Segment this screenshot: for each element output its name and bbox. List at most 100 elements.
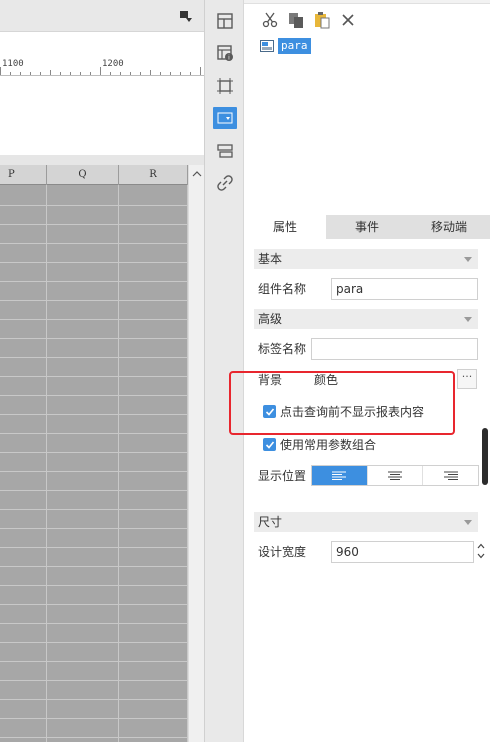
grid-row-line	[0, 357, 188, 358]
column-header-r[interactable]: R	[119, 165, 188, 185]
section-basic-title: 基本	[258, 252, 283, 266]
background-more-button[interactable]: ···	[457, 369, 477, 389]
align-left-icon	[332, 471, 347, 480]
sheet-vertical-scrollbar[interactable]	[188, 165, 204, 742]
grid-row-line	[0, 680, 188, 681]
cut-button[interactable]	[260, 10, 280, 30]
parameter-panel-icon	[260, 40, 274, 52]
section-size[interactable]: 尺寸	[254, 512, 478, 532]
grid-row-line	[0, 281, 188, 282]
grid-row-line	[0, 376, 188, 377]
property-tabs: 属性 事件 移动端	[244, 215, 490, 239]
widget-tree-item[interactable]: para	[260, 38, 311, 54]
designer-area: 1100 1200 P Q R	[0, 0, 204, 742]
copy-button[interactable]	[286, 10, 306, 30]
use-common-params-label: 使用常用参数组合	[280, 438, 377, 452]
tab-widget-icon	[217, 144, 233, 158]
report-block-button[interactable]: i	[213, 42, 237, 64]
checkmark-icon	[265, 440, 274, 449]
widget-edit-toolbar	[260, 10, 358, 30]
report-sheet[interactable]: P Q R	[0, 165, 204, 742]
dropdown-menu-icon[interactable]	[180, 10, 192, 22]
grid-row-line	[0, 547, 188, 548]
grid-row-line	[0, 243, 188, 244]
ruler-label: 1200	[102, 59, 124, 69]
chevron-up-icon[interactable]	[477, 543, 485, 549]
design-width-input[interactable]: 960	[331, 541, 474, 563]
horizontal-ruler: 1100 1200	[0, 58, 204, 76]
grid-row-line	[0, 300, 188, 301]
section-basic[interactable]: 基本	[254, 249, 478, 269]
grid-row-line	[0, 414, 188, 415]
display-position-selector	[311, 465, 479, 486]
dropdown-widget-icon	[217, 112, 233, 124]
grid-row-line	[0, 338, 188, 339]
grid-row-line	[0, 585, 188, 586]
grid-row-line	[0, 471, 188, 472]
link-icon	[217, 175, 233, 191]
use-common-params-checkbox[interactable]	[263, 438, 276, 451]
grid-row-line	[0, 528, 188, 529]
tag-name-label: 标签名称	[258, 342, 307, 356]
design-width-label: 设计宽度	[258, 545, 307, 559]
grid-row-line	[0, 737, 188, 738]
parameter-canvas[interactable]	[0, 77, 204, 155]
align-center-button[interactable]	[368, 466, 424, 485]
tab-attributes[interactable]: 属性	[244, 215, 326, 239]
grid-row-line	[0, 642, 188, 643]
grid-row-line	[0, 718, 188, 719]
section-size-title: 尺寸	[258, 515, 283, 529]
absolute-canvas-icon	[217, 78, 233, 94]
grid-row-line	[0, 604, 188, 605]
scissors-icon	[262, 12, 278, 28]
align-center-icon	[388, 471, 402, 480]
design-width-stepper[interactable]	[475, 541, 487, 561]
widget-tree-label[interactable]: para	[278, 38, 311, 54]
tab-events[interactable]: 事件	[326, 215, 408, 239]
grid-row-line	[0, 395, 188, 396]
form-layout-button[interactable]	[213, 10, 237, 32]
divider	[0, 155, 204, 165]
ruler-label: 1100	[2, 59, 24, 69]
use-common-params-option[interactable]: 使用常用参数组合	[263, 436, 376, 453]
column-header-q[interactable]: Q	[47, 165, 119, 185]
display-position-label: 显示位置	[258, 469, 307, 483]
chevron-down-icon	[464, 257, 472, 262]
annotation-highlight-box	[229, 371, 455, 435]
grid-row-line	[0, 509, 188, 510]
report-block-icon: i	[217, 45, 233, 62]
grid-row-line	[0, 319, 188, 320]
panel-scrollbar-thumb[interactable]	[482, 428, 488, 485]
copy-icon	[289, 13, 303, 28]
grid-row-line	[0, 433, 188, 434]
chevron-down-icon[interactable]	[477, 553, 485, 559]
tab-widget-button[interactable]	[213, 140, 237, 162]
dropdown-widget-button[interactable]	[213, 107, 237, 129]
chevron-down-icon	[464, 520, 472, 525]
grid-row-line	[0, 262, 188, 263]
grid-row-line	[0, 699, 188, 700]
grid-row-line	[0, 623, 188, 624]
grid-row-line	[0, 566, 188, 567]
link-widget-button[interactable]	[213, 172, 237, 194]
component-name-input[interactable]: para	[331, 278, 478, 300]
chevron-down-icon	[464, 317, 472, 322]
scroll-up-icon[interactable]	[192, 169, 202, 179]
properties-panel: para 属性 事件 移动端 基本 组件名称 para 高级 标签名称 背景 颜…	[229, 0, 490, 742]
tag-name-input[interactable]	[311, 338, 478, 360]
grid-row-line	[0, 452, 188, 453]
align-right-icon	[443, 471, 458, 480]
align-right-button[interactable]	[423, 466, 478, 485]
panel-top-border	[244, 0, 490, 4]
section-advanced[interactable]: 高级	[254, 309, 478, 329]
delete-button[interactable]	[338, 10, 358, 30]
paste-icon	[315, 12, 330, 29]
column-header-p[interactable]: P	[0, 165, 47, 185]
grid-row-line	[0, 490, 188, 491]
absolute-canvas-button[interactable]	[213, 75, 237, 97]
paste-button[interactable]	[312, 10, 332, 30]
align-left-button[interactable]	[312, 466, 368, 485]
grid-row-line	[0, 205, 188, 206]
grid-row-line	[0, 661, 188, 662]
tab-mobile[interactable]: 移动端	[408, 215, 490, 239]
